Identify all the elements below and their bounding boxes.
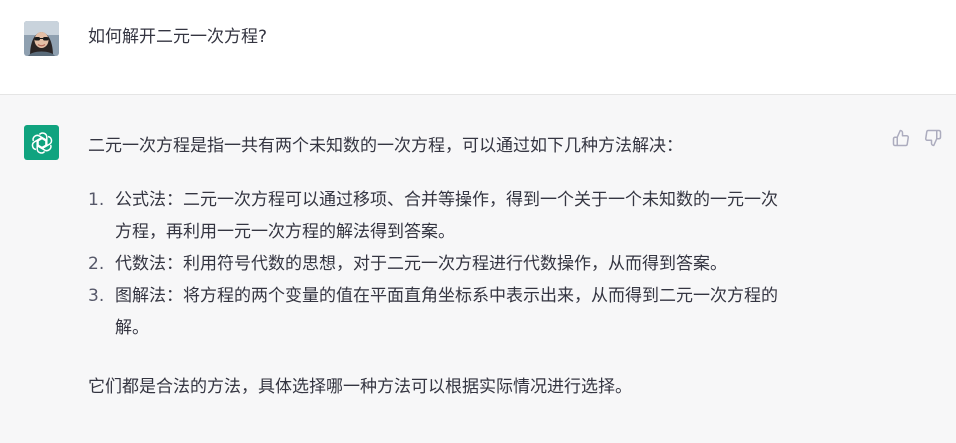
openai-logo-icon [24, 125, 59, 160]
user-message: 如何解开二元一次方程? [0, 0, 956, 95]
user-avatar [24, 21, 59, 56]
list-item-line: 公式法：二元一次方程可以通过移项、合并等操作，得到一个关于一个未知数的一元一次 [115, 190, 778, 210]
user-avatar-photo [24, 21, 59, 56]
list-item: 1. 公式法：二元一次方程可以通过移项、合并等操作，得到一个关于一个未知数的一元… [88, 184, 875, 248]
thumbs-down-icon [925, 129, 942, 147]
list-item: 3. 图解法：将方程的两个变量的值在平面直角坐标系中表示出来，从而得到二元一次方… [88, 280, 875, 344]
list-item-line: 图解法：将方程的两个变量的值在平面直角坐标系中表示出来，从而得到二元一次方程的 [115, 286, 778, 306]
list-number: 1. [88, 190, 105, 210]
thumbs-up-icon [892, 129, 909, 147]
thumbs-down-button[interactable] [922, 127, 944, 149]
thumbs-up-button[interactable] [890, 127, 912, 149]
feedback-buttons [890, 127, 944, 149]
answer-intro: 二元一次方程是指一共有两个未知数的一次方程，可以通过如下几种方法解决： [88, 136, 683, 156]
methods-list: 1. 公式法：二元一次方程可以通过移项、合并等操作，得到一个关于一个未知数的一元… [88, 184, 878, 344]
list-item-line: 解。 [115, 318, 149, 338]
list-item: 2. 代数法：利用符号代数的思想，对于二元一次方程进行代数操作，从而得到答案。 [88, 248, 875, 280]
user-question: 如何解开二元一次方程? [88, 27, 268, 47]
list-item-line: 方程，再利用一元一次方程的解法得到答案。 [115, 222, 455, 242]
list-number: 2. [88, 254, 105, 274]
assistant-message: 二元一次方程是指一共有两个未知数的一次方程，可以通过如下几种方法解决： 1. 公… [0, 95, 956, 443]
chat-page: 如何解开二元一次方程? 二元一次方程是指一共有两个未知数的一次方程，可以通过如下… [0, 0, 956, 443]
list-number: 3. [88, 286, 105, 306]
assistant-answer: 二元一次方程是指一共有两个未知数的一次方程，可以通过如下几种方法解决： 1. 公… [88, 130, 878, 403]
list-item-line: 代数法：利用符号代数的思想，对于二元一次方程进行代数操作，从而得到答案。 [115, 254, 727, 274]
answer-closing: 它们都是合法的方法，具体选择哪一种方法可以根据实际情况进行选择。 [88, 377, 632, 397]
